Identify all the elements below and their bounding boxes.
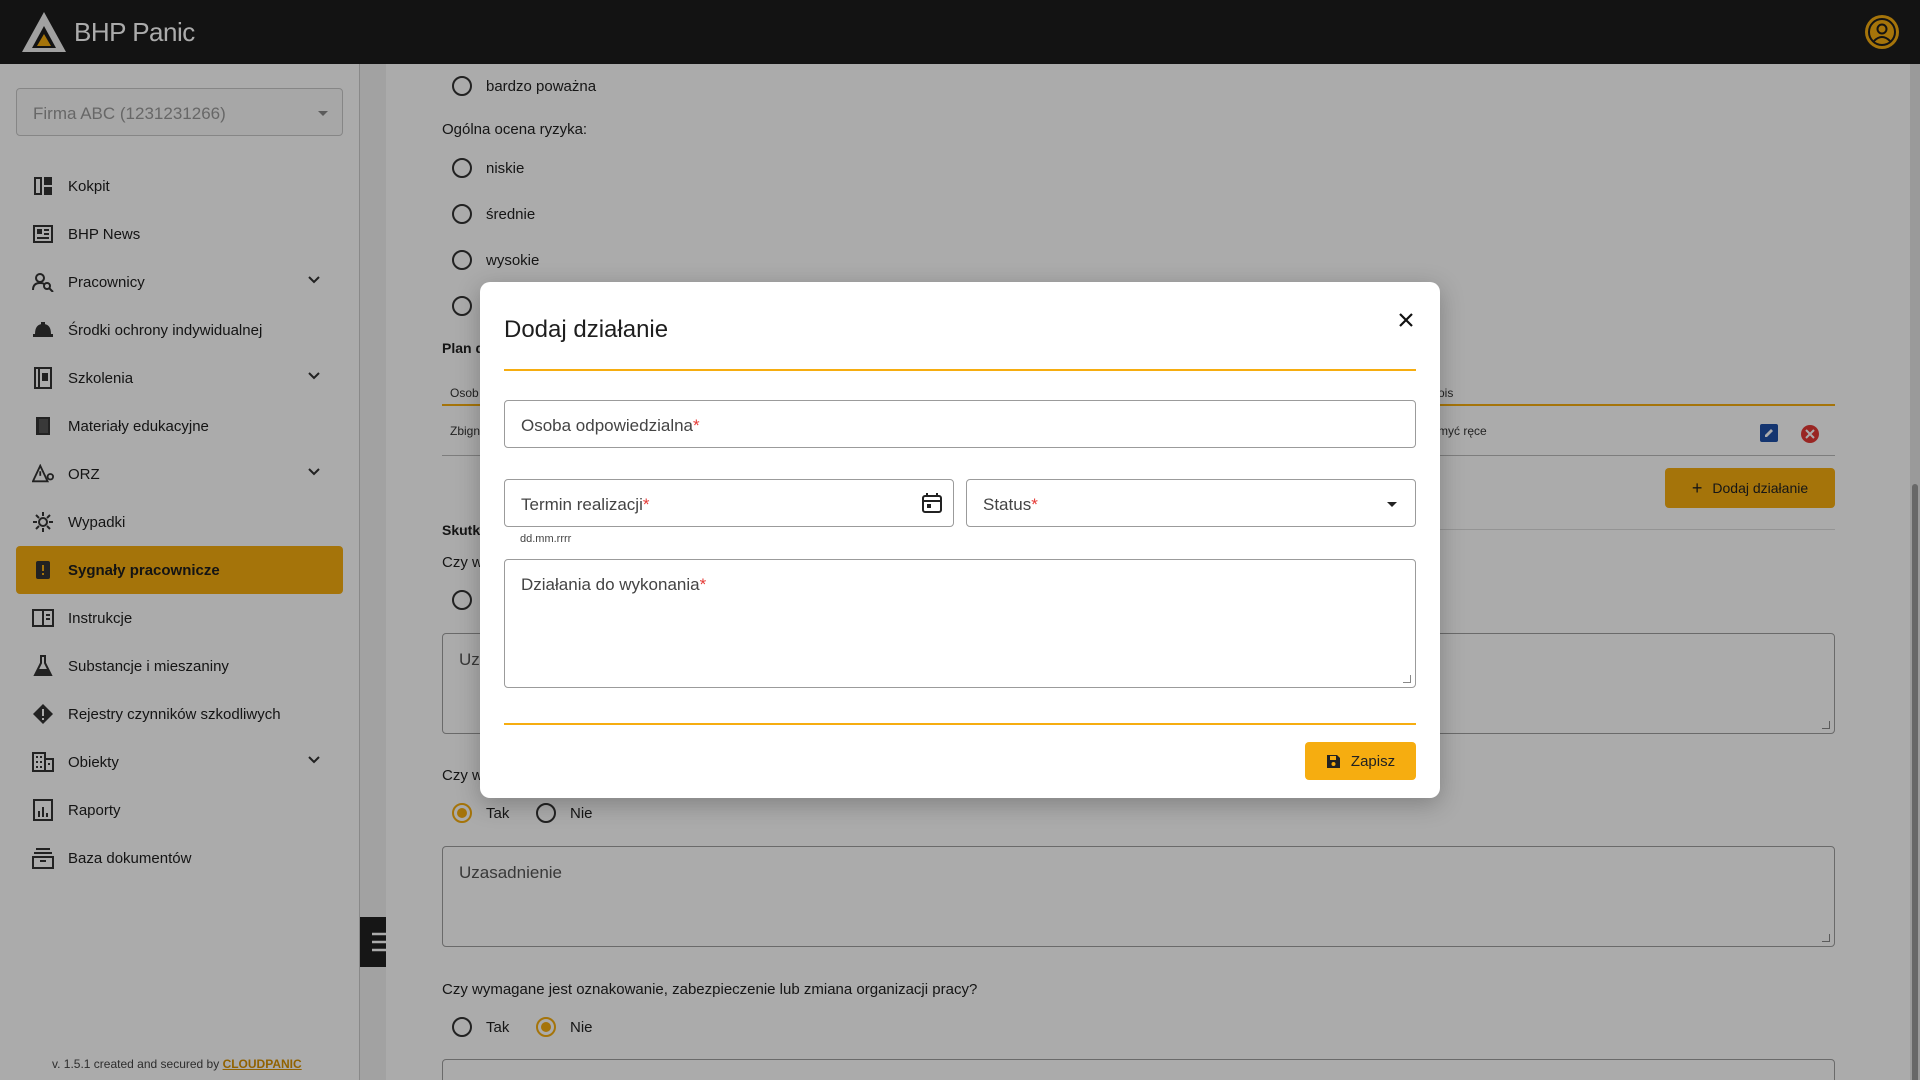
save-button[interactable]: Zapisz (1305, 742, 1416, 780)
close-button[interactable] (1392, 306, 1420, 334)
status-select[interactable]: Status* (966, 479, 1416, 527)
field-label: Status* (983, 495, 1038, 514)
dialog-top-divider (504, 369, 1416, 371)
save-disk-icon (1326, 754, 1341, 769)
save-label: Zapisz (1350, 752, 1396, 770)
dropdown-arrow-icon (1387, 502, 1397, 507)
field-label: Działania do wykonania* (521, 575, 707, 594)
close-icon (1399, 313, 1413, 327)
deadline-date-field[interactable]: Termin realizacji* (504, 479, 954, 527)
actions-to-do-textarea[interactable]: Działania do wykonania* (504, 559, 1416, 688)
dialog-bottom-divider (504, 723, 1416, 725)
field-label: Termin realizacji* (521, 495, 650, 514)
calendar-icon[interactable] (921, 492, 943, 517)
date-format-hint: dd.mm.rrrr (520, 533, 572, 545)
responsible-person-field[interactable]: Osoba odpowiedzialna* (504, 400, 1416, 448)
resize-handle-icon[interactable] (1403, 675, 1411, 683)
field-label: Osoba odpowiedzialna* (521, 416, 700, 435)
add-action-dialog: Dodaj działanie Osoba odpowiedzialna* Te… (480, 282, 1440, 798)
dialog-title: Dodaj działanie (504, 316, 669, 343)
